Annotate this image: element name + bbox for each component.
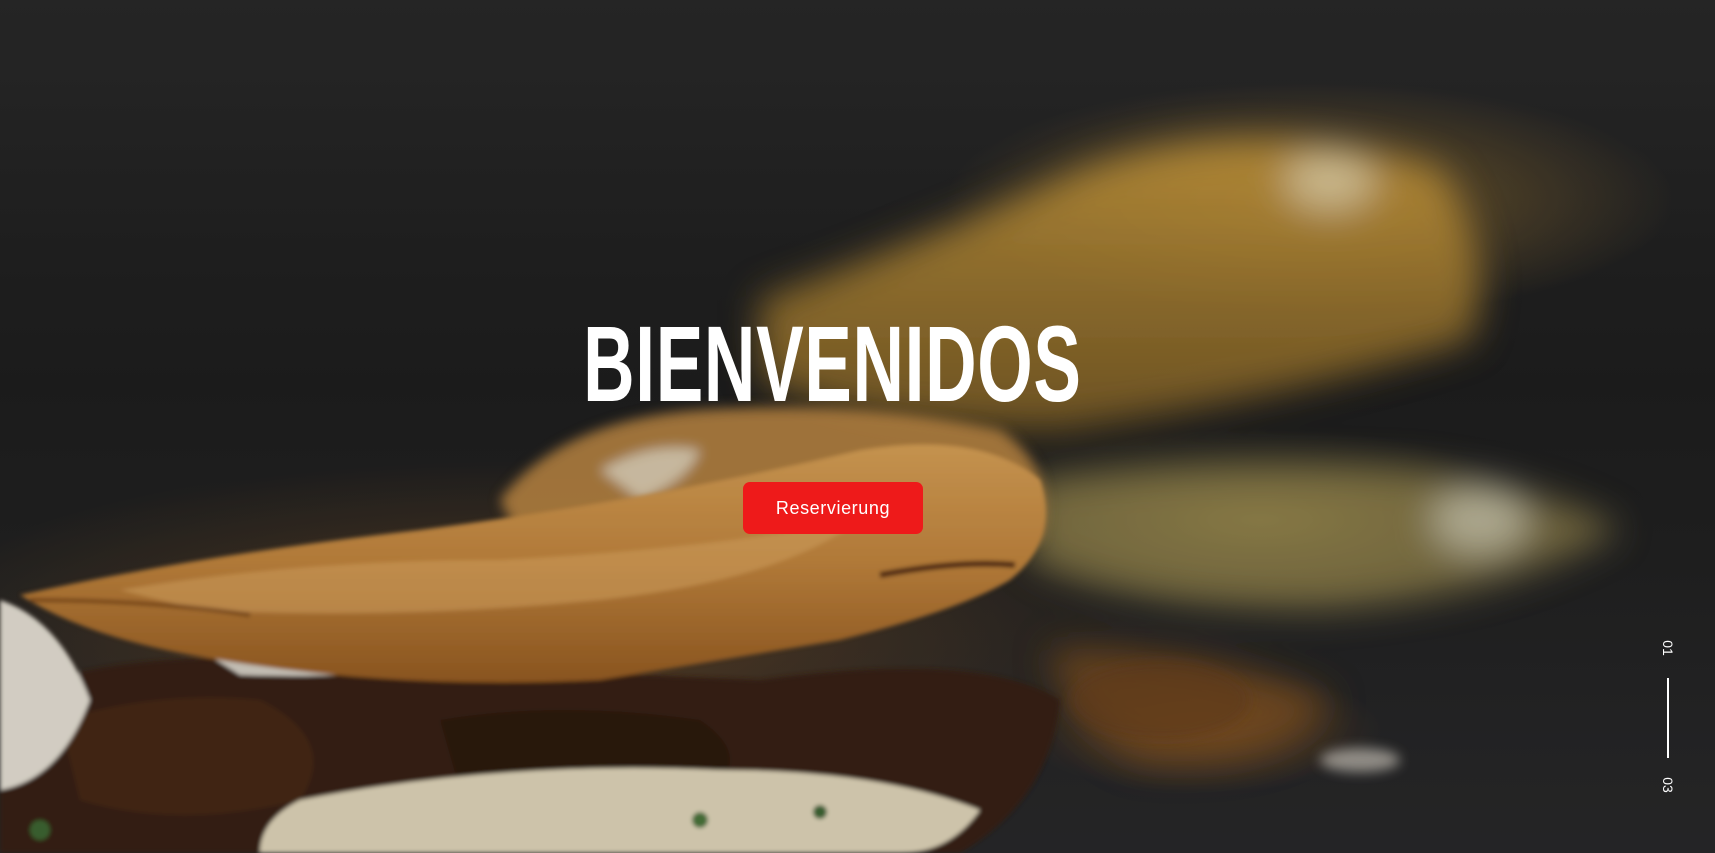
- hero-headline: BIENVENIDOS: [583, 303, 1082, 424]
- slide-total-number[interactable]: 03: [1660, 763, 1676, 807]
- reservation-button[interactable]: Reservierung: [743, 482, 923, 534]
- hero-section: BIENVENIDOS Reservierung 01 03: [0, 0, 1715, 853]
- slide-current-number[interactable]: 01: [1660, 626, 1676, 670]
- slide-progress-line: [1667, 678, 1669, 758]
- slide-indicator: 01 03: [1646, 632, 1690, 802]
- hero-dark-overlay: [0, 0, 1715, 853]
